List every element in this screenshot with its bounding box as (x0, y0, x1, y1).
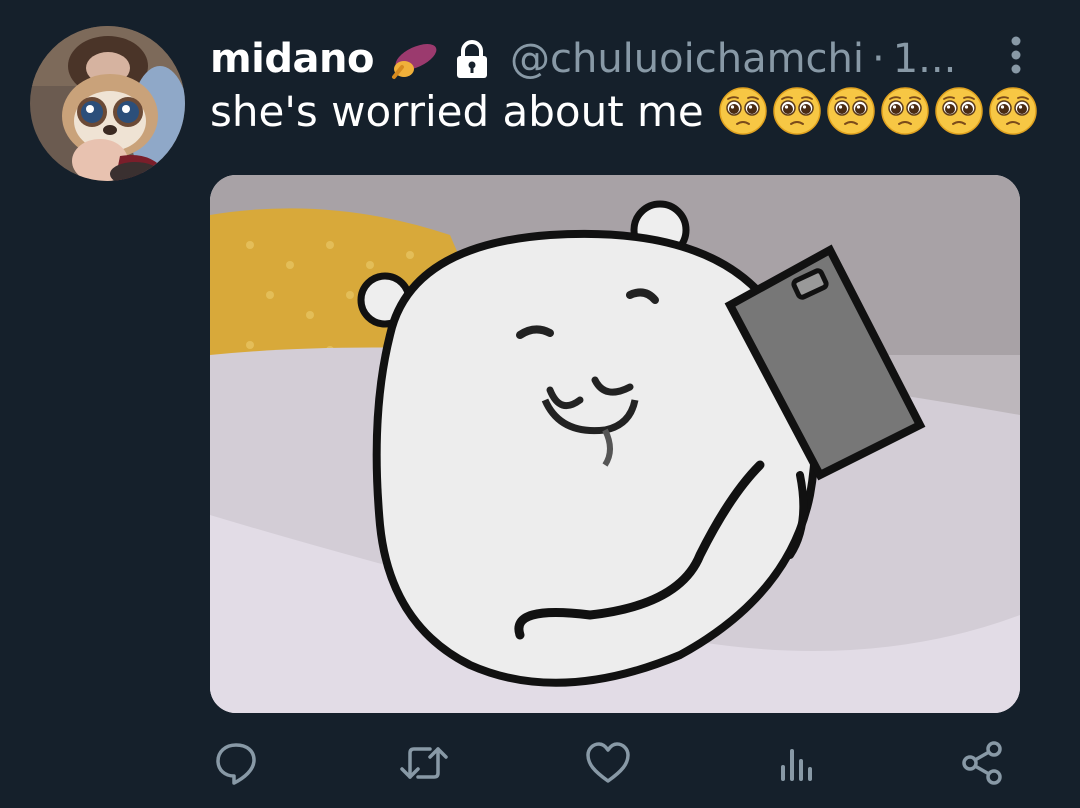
tweet-media-image[interactable] (210, 175, 1020, 713)
reply-icon[interactable] (208, 735, 264, 791)
lock-icon (450, 37, 494, 81)
pleading-face-emoji (935, 87, 983, 135)
tweet-actions-bar (0, 735, 1080, 795)
pleading-face-emoji (989, 87, 1037, 135)
analytics-icon[interactable] (768, 735, 824, 791)
sweet-potato-icon (388, 37, 440, 81)
timestamp[interactable]: 1... (893, 36, 957, 82)
pleading-face-emoji (773, 87, 821, 135)
pleading-face-emoji (881, 87, 929, 135)
tweet-text: she's worried about me (210, 86, 1038, 136)
tweet-text-content: she's worried about me (210, 86, 704, 136)
display-name[interactable]: midano (210, 36, 374, 82)
pleading-face-emoji (827, 87, 875, 135)
user-handle[interactable]: @chuluoichamchi (510, 36, 864, 82)
share-icon[interactable] (954, 735, 1010, 791)
avatar[interactable] (30, 26, 185, 181)
heart-icon[interactable] (580, 735, 636, 791)
bear-with-phone-image (210, 175, 1020, 713)
pleading-face-emoji (719, 87, 767, 135)
emoji-row (718, 86, 1038, 136)
retweet-icon[interactable] (396, 735, 452, 791)
more-options-icon[interactable] (1007, 35, 1025, 75)
separator-dot: · (872, 36, 885, 82)
